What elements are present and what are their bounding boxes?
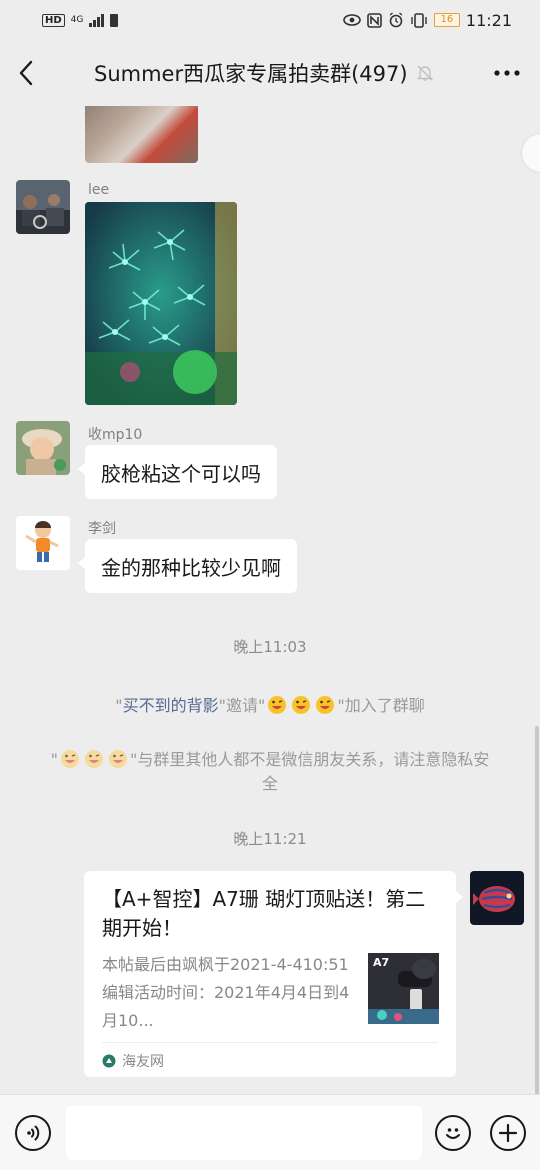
system-message-privacy: " "与群里其他人都不是微信朋友关系，请注意隐私安全 [50, 750, 490, 793]
chat-header: Summer西瓜家专属拍卖群(497) [0, 40, 540, 106]
eye-icon [343, 14, 361, 26]
hd-badge: HD [42, 13, 65, 27]
signal-icon [89, 13, 105, 27]
status-bar: HD 4G 16 11:21 [0, 0, 540, 40]
sender-name: lee [88, 182, 110, 198]
system-message-invite: "买不到的背影"邀请" "加入了群聊 [115, 696, 425, 715]
emoji-icon [446, 1128, 460, 1139]
message-text: 金的那种比较少见啊 [101, 555, 281, 580]
card-source-name: 海友网 [122, 1054, 164, 1070]
sender-name: 收mp10 [88, 427, 143, 443]
grin-emoji-icon [84, 750, 103, 768]
voice-button[interactable] [15, 1115, 51, 1151]
emoji-button[interactable] [435, 1115, 471, 1151]
floating-edge-handle[interactable] [522, 134, 540, 172]
sim-icon [110, 13, 119, 27]
avatar-mp10[interactable] [16, 421, 70, 475]
message-list[interactable]: lee 收mp10 胶枪粘这个可以吗 李剑 金的那种比较少见啊 晚上11:03 … [0, 106, 540, 1094]
message-bubble[interactable]: 金的那种比较少见啊 [78, 539, 297, 593]
scrollbar[interactable] [535, 726, 539, 1094]
message-image-previous[interactable] [85, 106, 198, 163]
add-button[interactable] [490, 1115, 526, 1151]
inviter-link[interactable]: 买不到的背影 [123, 696, 219, 715]
back-icon[interactable] [18, 58, 48, 88]
time-divider: 晚上11:03 [233, 638, 307, 656]
message-bubble[interactable]: 胶枪粘这个可以吗 [78, 445, 277, 499]
card-source: 海友网 [102, 1051, 164, 1071]
avatar-self[interactable] [470, 871, 524, 925]
battery-icon: 16 [433, 13, 460, 27]
card-divider [102, 1042, 438, 1043]
grin-emoji-icon [316, 696, 335, 714]
sender-name: 李剑 [88, 521, 116, 537]
more-icon[interactable] [492, 58, 522, 88]
message-input[interactable] [66, 1106, 422, 1160]
avatar-lee[interactable] [16, 180, 70, 234]
grin-emoji-icon [268, 696, 287, 714]
nfc-icon [367, 12, 382, 28]
card-thumb-label: A7 [373, 956, 390, 969]
status-time: 11:21 [465, 10, 512, 30]
chat-title: Summer西瓜家专属拍卖群(497) [94, 62, 408, 86]
add-icon [498, 1123, 518, 1143]
alarm-icon [389, 12, 403, 28]
grin-emoji-icon [108, 750, 127, 768]
network-label: 4G [70, 14, 84, 25]
card-title: 【A+智控】A7珊 瑚灯顶贴送！第二期开始！ [102, 887, 426, 940]
message-text: 胶枪粘这个可以吗 [101, 461, 261, 486]
card-description: 本帖最后由飒枫于2021-4-410:51编辑活动时间：2021年4月4日到4月… [102, 955, 350, 1030]
time-divider: 晚上11:21 [233, 830, 307, 848]
site-logo-icon [102, 1054, 116, 1068]
link-card[interactable]: 【A+智控】A7珊 瑚灯顶贴送！第二期开始！ 本帖最后由飒枫于2021-4-41… [84, 871, 463, 1077]
grin-emoji-icon [292, 696, 311, 714]
message-image-coral[interactable] [85, 202, 237, 405]
vibrate-icon [411, 12, 427, 28]
grin-emoji-icon [60, 750, 79, 768]
voice-icon [27, 1125, 40, 1141]
avatar-lijian[interactable] [16, 516, 70, 570]
input-bar [0, 1094, 540, 1170]
card-thumbnail: A7 [368, 953, 439, 1024]
mute-bell-icon [416, 65, 433, 81]
